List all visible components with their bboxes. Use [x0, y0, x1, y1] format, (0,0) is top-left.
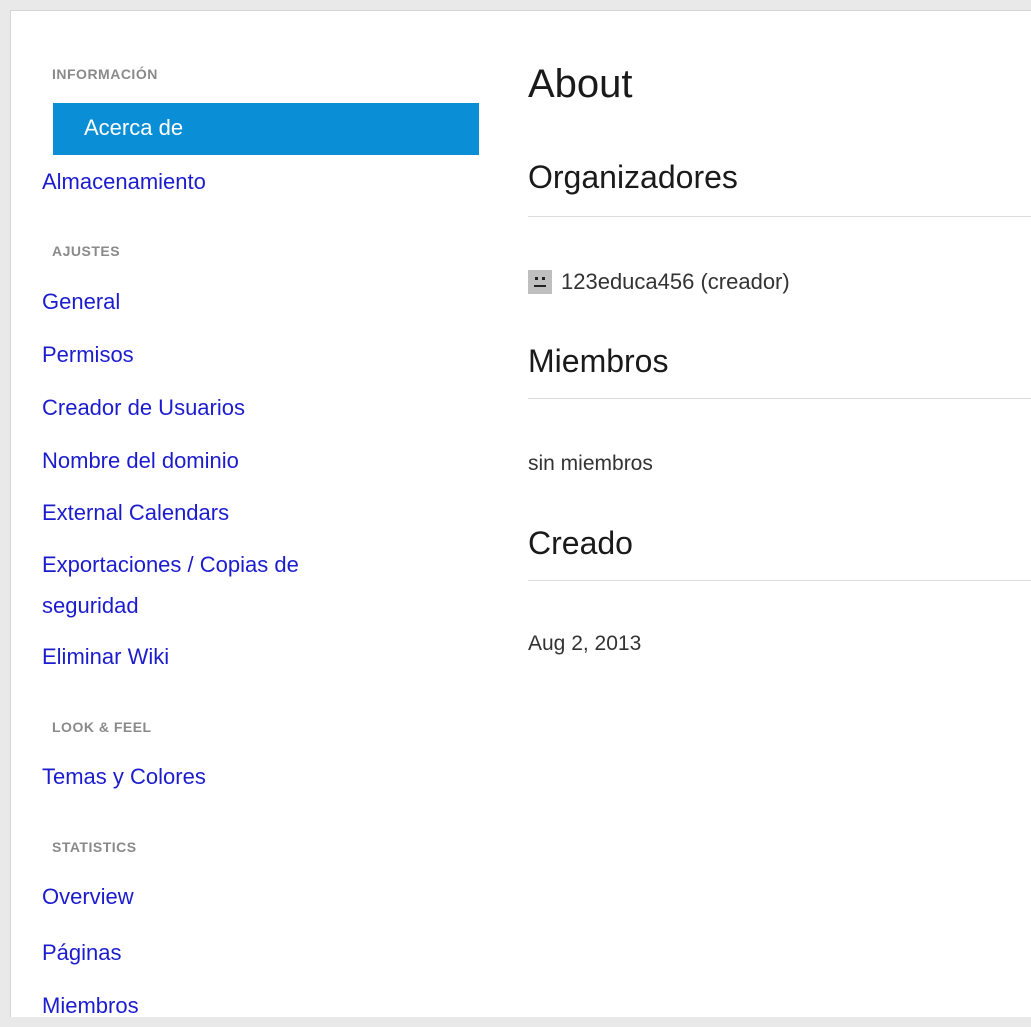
- sidebar-item-miembros[interactable]: Miembros: [42, 985, 372, 1027]
- divider: [528, 580, 1031, 581]
- sidebar-item-creador-usuarios[interactable]: Creador de Usuarios: [42, 387, 372, 429]
- members-empty-text: sin miembros: [528, 452, 653, 475]
- sidebar-item-exportaciones[interactable]: Exportaciones / Copias de seguridad: [42, 544, 392, 626]
- sidebar-item-overview[interactable]: Overview: [42, 876, 372, 918]
- section-header-look-feel: LOOK & FEEL: [52, 719, 152, 735]
- members-heading: Miembros: [528, 343, 669, 379]
- sidebar-item-paginas[interactable]: Páginas: [42, 932, 372, 974]
- created-heading: Creado: [528, 525, 633, 561]
- organizer-name: 123educa456 (creador): [561, 269, 790, 294]
- sidebar-item-almacenamiento[interactable]: Almacenamiento: [42, 161, 372, 203]
- organizer-item[interactable]: 123educa456 (creador): [528, 269, 790, 295]
- avatar-icon: [528, 270, 552, 294]
- divider: [528, 216, 1031, 217]
- sidebar-item-permisos[interactable]: Permisos: [42, 334, 372, 376]
- page-frame: INFORMACIÓN Acerca de Almacenamiento AJU…: [10, 10, 1031, 1018]
- section-header-informacion: INFORMACIÓN: [52, 66, 158, 82]
- sidebar-item-temas-colores[interactable]: Temas y Colores: [42, 756, 372, 798]
- sidebar-item-external-calendars[interactable]: External Calendars: [42, 492, 372, 534]
- sidebar-item-general[interactable]: General: [42, 281, 372, 323]
- organizers-heading: Organizadores: [528, 159, 738, 195]
- sidebar-item-acerca-de[interactable]: Acerca de: [53, 103, 479, 155]
- sidebar-item-nombre-dominio[interactable]: Nombre del dominio: [42, 440, 372, 482]
- section-header-statistics: STATISTICS: [52, 839, 137, 855]
- divider: [528, 398, 1031, 399]
- page-title: About: [528, 62, 633, 106]
- sidebar-item-eliminar-wiki[interactable]: Eliminar Wiki: [42, 636, 372, 678]
- created-date: Aug 2, 2013: [528, 632, 642, 655]
- section-header-ajustes: AJUSTES: [52, 243, 121, 259]
